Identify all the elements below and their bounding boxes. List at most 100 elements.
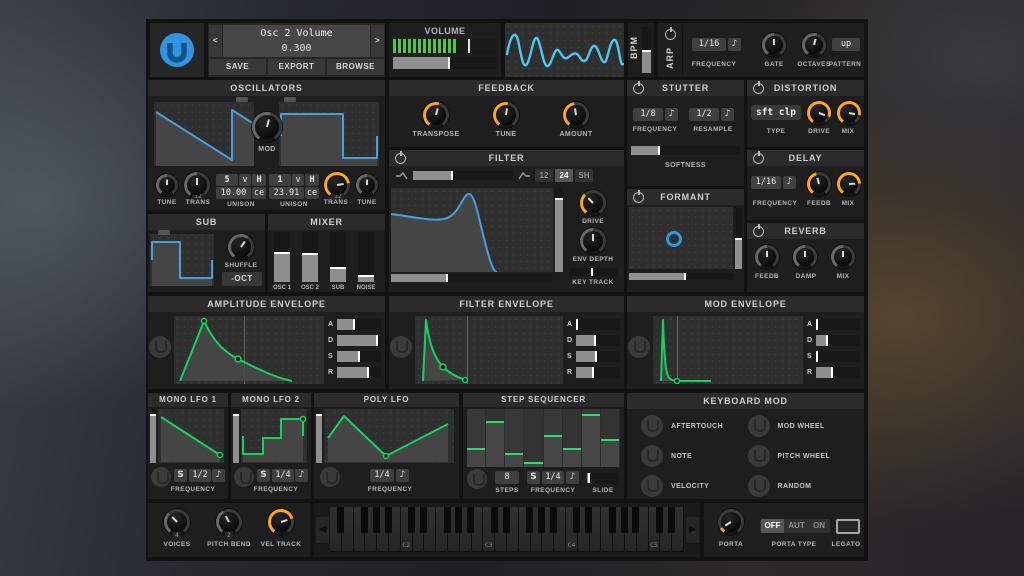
- formant-target[interactable]: [666, 231, 682, 247]
- sub-wave-handle[interactable]: [158, 230, 170, 235]
- adsr-d-slider[interactable]: [337, 335, 381, 346]
- distortion-mix-knob[interactable]: [837, 101, 861, 125]
- arp-octaves-knob[interactable]: [802, 33, 826, 57]
- formant-xy-pad[interactable]: [629, 207, 733, 269]
- pitch-bend-knob[interactable]: [216, 509, 242, 535]
- step-sequencer-display[interactable]: [467, 409, 620, 467]
- mono-lfo1-frequency-value[interactable]: 1/2: [189, 469, 211, 482]
- formant-y-slider[interactable]: [735, 207, 742, 269]
- seq-step[interactable]: [467, 409, 486, 467]
- delay-feedback-knob[interactable]: [807, 172, 831, 196]
- black-key[interactable]: [491, 507, 498, 533]
- mono-lfo1-amp-slider[interactable]: [150, 409, 156, 463]
- arp-frequency-value[interactable]: 1/16: [692, 38, 726, 51]
- adsr-d-slider[interactable]: [576, 335, 620, 346]
- osc1-crossmod-handle[interactable]: [236, 97, 248, 102]
- sub-shuffle-knob[interactable]: [228, 234, 254, 260]
- porta-type-aut-button[interactable]: AUT: [785, 519, 808, 533]
- seq-step[interactable]: [524, 409, 543, 467]
- sub-octave-button[interactable]: -OCT: [222, 272, 262, 286]
- black-key[interactable]: [573, 507, 580, 533]
- osc2-harmonize-button[interactable]: H: [305, 174, 319, 186]
- stutter-frequency-note-icon[interactable]: ♪: [665, 108, 678, 121]
- black-key[interactable]: [373, 507, 380, 533]
- mono-lfo1-wave-display[interactable]: [158, 409, 224, 463]
- osc1-harmonize-button[interactable]: H: [252, 174, 266, 186]
- reverb-mix-knob[interactable]: [831, 245, 855, 269]
- mono-lfo2-frequency-value[interactable]: 1/4: [272, 469, 294, 482]
- seq-step[interactable]: [544, 409, 563, 467]
- filter-blend-slider[interactable]: [413, 171, 513, 180]
- black-key[interactable]: [609, 507, 616, 533]
- delay-frequency-value[interactable]: 1/16: [751, 176, 781, 189]
- reverb-power-icon[interactable]: [753, 226, 764, 237]
- delay-mix-knob[interactable]: [837, 172, 861, 196]
- osc2-crossmod-handle[interactable]: [284, 97, 296, 102]
- osc1-detune-value[interactable]: 10.00: [216, 187, 251, 199]
- black-key[interactable]: [337, 507, 344, 533]
- vel-track-knob[interactable]: [268, 509, 294, 535]
- adsr-r-slider[interactable]: [816, 367, 860, 378]
- mod-source-icon[interactable]: [641, 475, 663, 497]
- filter-response-display[interactable]: [391, 188, 553, 272]
- black-key[interactable]: [361, 507, 368, 533]
- poly-lfo-mod-source-icon[interactable]: [320, 467, 340, 487]
- mixer-fader-sub[interactable]: [330, 232, 346, 282]
- black-key[interactable]: [550, 507, 557, 533]
- stutter-softness-slider[interactable]: [631, 146, 740, 155]
- mono-lfo1-note-icon[interactable]: ♪: [212, 469, 225, 482]
- filter-drive-knob[interactable]: [580, 190, 606, 216]
- step-seq-slide-slider[interactable]: [587, 473, 619, 483]
- step-seq-frequency-value[interactable]: 1/4: [542, 471, 564, 484]
- stutter-resample-note-icon[interactable]: ♪: [721, 108, 734, 121]
- mono-lfo2-wave-display[interactable]: [241, 409, 307, 463]
- osc2-voices-dropdown-icon[interactable]: v: [292, 174, 304, 186]
- black-key[interactable]: [420, 507, 427, 533]
- stutter-frequency-value[interactable]: 1/8: [633, 108, 663, 121]
- adsr-s-slider[interactable]: [576, 351, 620, 362]
- adsr-r-slider[interactable]: [576, 367, 620, 378]
- osc1-wave-display[interactable]: [154, 102, 254, 166]
- mixer-fader-noise[interactable]: [358, 232, 374, 282]
- osc2-unison-voices[interactable]: 1: [269, 174, 291, 186]
- mod-source-icon[interactable]: [748, 415, 770, 437]
- next-patch-button[interactable]: >: [371, 25, 384, 57]
- filter-env-mod-source-icon[interactable]: [390, 336, 412, 358]
- filter-power-icon[interactable]: [395, 153, 406, 164]
- volume-slider[interactable]: [393, 57, 497, 69]
- osc1-tune-knob[interactable]: [156, 174, 178, 196]
- mod-source-icon[interactable]: [748, 445, 770, 467]
- mono-lfo2-sync-icon[interactable]: S: [257, 469, 270, 482]
- black-key[interactable]: [585, 507, 592, 533]
- step-seq-sync-icon[interactable]: S: [527, 471, 540, 484]
- mono-lfo2-amp-slider[interactable]: [233, 409, 239, 463]
- arp-power-icon[interactable]: [665, 29, 676, 40]
- black-key[interactable]: [538, 507, 545, 533]
- black-key[interactable]: [385, 507, 392, 533]
- distortion-power-icon[interactable]: [753, 83, 764, 94]
- cross-mod-knob[interactable]: [252, 112, 282, 142]
- filter-key-track-slider[interactable]: [569, 268, 617, 276]
- black-key[interactable]: [503, 507, 510, 533]
- osc1-voices-dropdown-icon[interactable]: v: [239, 174, 251, 186]
- black-key[interactable]: [467, 507, 474, 533]
- porta-type-off-button[interactable]: OFF: [761, 519, 784, 533]
- osc1-trans-knob[interactable]: [184, 172, 210, 198]
- mono-lfo1-mod-source-icon[interactable]: [151, 467, 171, 487]
- feedback-transpose-knob[interactable]: [423, 102, 449, 128]
- delay-power-icon[interactable]: [753, 153, 764, 164]
- filter-pole-24-button[interactable]: 24: [555, 169, 573, 182]
- bpm-slider[interactable]: [642, 27, 651, 73]
- black-key[interactable]: [656, 507, 663, 533]
- adsr-s-slider[interactable]: [337, 351, 381, 362]
- seq-step[interactable]: [601, 409, 620, 467]
- delay-frequency-note-icon[interactable]: ♪: [783, 176, 796, 189]
- porta-knob[interactable]: [718, 509, 744, 535]
- mod-source-icon[interactable]: [641, 445, 663, 467]
- mod-env-mod-source-icon[interactable]: [628, 336, 650, 358]
- reverb-damp-knob[interactable]: [793, 245, 817, 269]
- seq-step[interactable]: [486, 409, 505, 467]
- poly-lfo-note-icon[interactable]: ♪: [396, 469, 409, 482]
- filter-env-depth-knob[interactable]: [580, 228, 606, 254]
- filter-cutoff-slider[interactable]: [391, 274, 553, 282]
